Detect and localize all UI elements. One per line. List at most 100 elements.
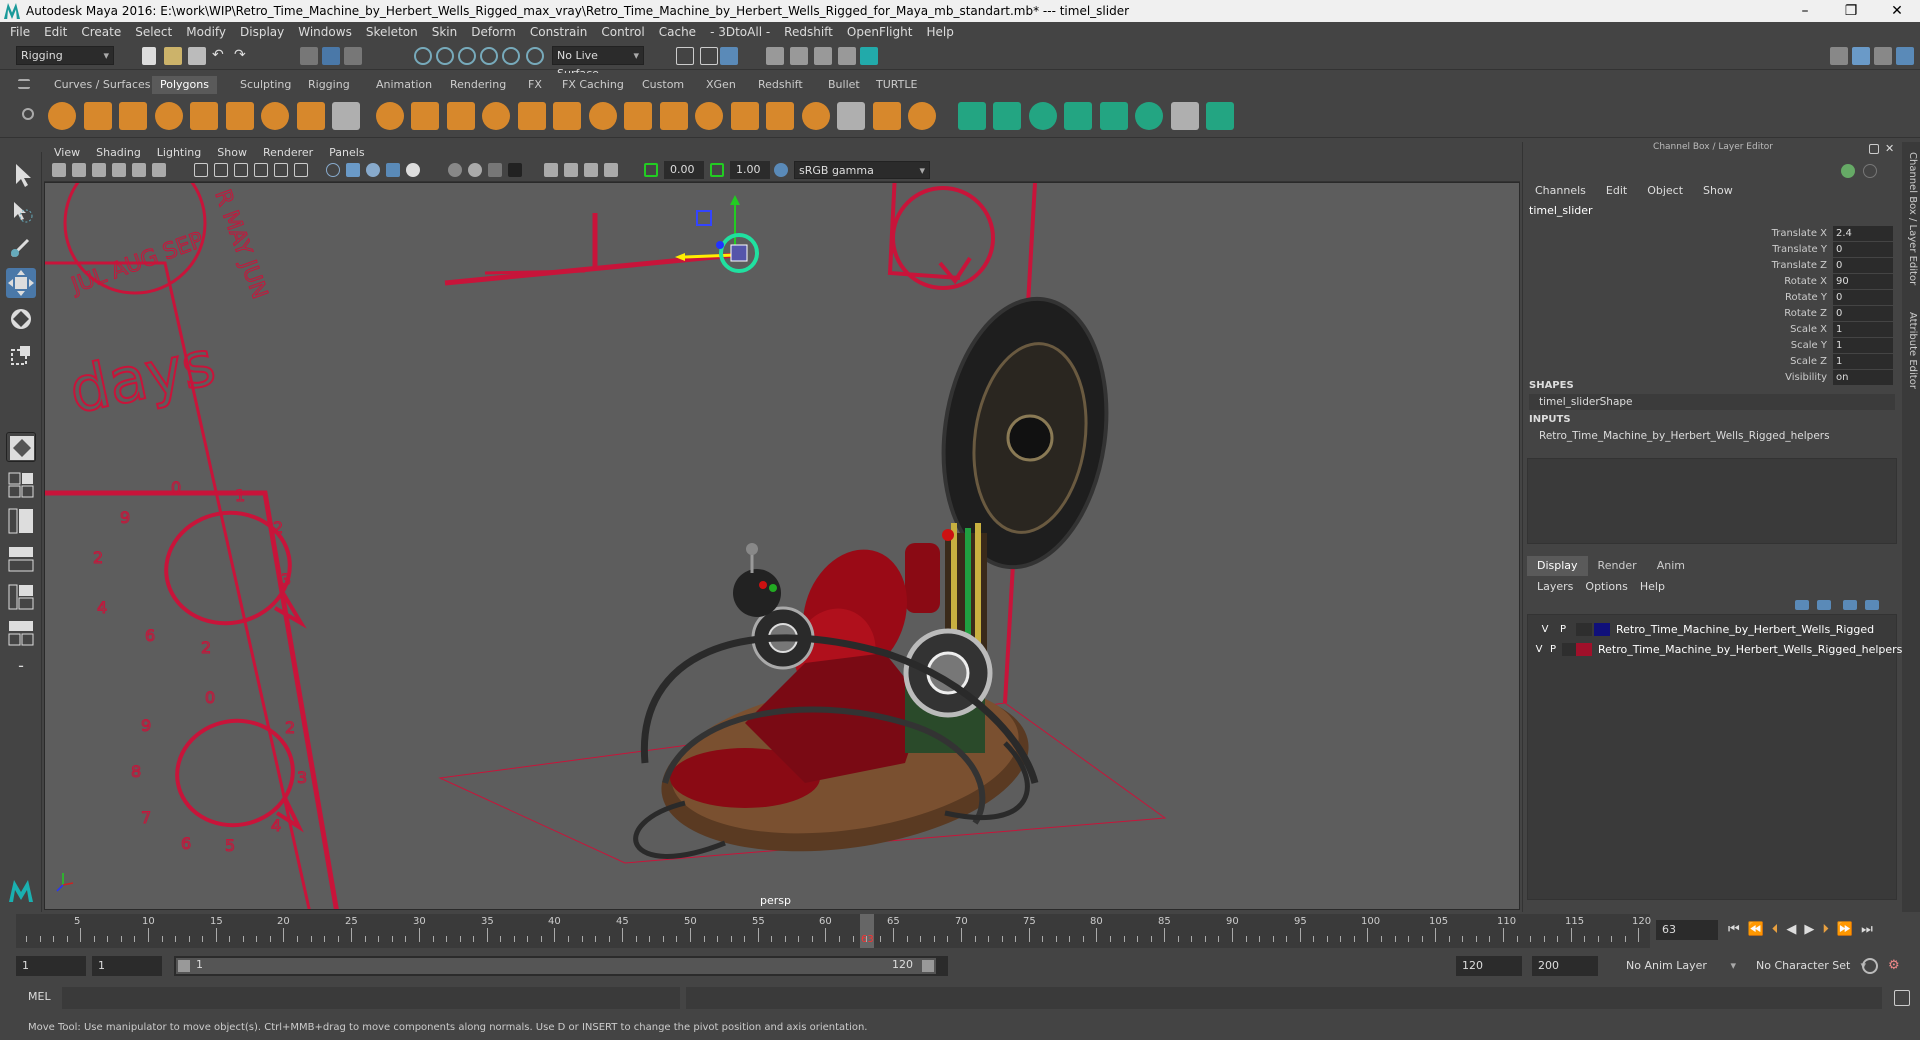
attribute-editor-side-tab[interactable]: Attribute Editor bbox=[1904, 312, 1918, 389]
append-icon[interactable] bbox=[695, 102, 723, 130]
auto-map-icon[interactable] bbox=[1135, 102, 1163, 130]
construction-history-icon[interactable] bbox=[720, 47, 738, 65]
snap-point-icon[interactable] bbox=[458, 47, 476, 65]
fill-hole-icon[interactable] bbox=[731, 102, 759, 130]
channel-box-menu-channels[interactable]: Channels bbox=[1523, 184, 1594, 197]
step-forward-frame-button[interactable]: ⏵ bbox=[1822, 922, 1837, 937]
connect-icon[interactable] bbox=[908, 102, 936, 130]
poly-type-icon[interactable] bbox=[332, 102, 360, 130]
bridge-icon[interactable] bbox=[660, 102, 688, 130]
anim-start-field[interactable]: 1 bbox=[16, 956, 86, 976]
smooth-icon[interactable] bbox=[553, 102, 581, 130]
layer-playback-toggle[interactable]: P bbox=[1546, 641, 1560, 659]
menu-display[interactable]: Display bbox=[234, 25, 292, 39]
shelf-tab-curves-surfaces[interactable]: Curves / Surfaces bbox=[46, 76, 159, 94]
color-management-icon[interactable] bbox=[774, 163, 788, 177]
2d-pan-zoom-icon[interactable] bbox=[132, 163, 146, 177]
new-layer-icon[interactable] bbox=[1843, 600, 1857, 610]
ipr-render-icon[interactable] bbox=[814, 47, 832, 65]
step-back-key-button[interactable]: ⏪ bbox=[1748, 922, 1772, 937]
channel-box-menu-edit[interactable]: Edit bbox=[1594, 184, 1635, 197]
svg-poly-icon[interactable] bbox=[376, 102, 404, 130]
output-ops-icon[interactable] bbox=[700, 47, 718, 65]
current-time-field[interactable]: 63 bbox=[1656, 920, 1718, 940]
command-language-label[interactable]: MEL bbox=[28, 990, 51, 1003]
persp-outliner-graph-layout-icon[interactable] bbox=[6, 582, 36, 612]
menu-windows[interactable]: Windows bbox=[292, 25, 360, 39]
attr-label[interactable]: Translate Y bbox=[1772, 242, 1827, 258]
ambient-occlusion-icon[interactable] bbox=[468, 163, 482, 177]
input-node-row[interactable]: Retro_Time_Machine_by_Herbert_Wells_Rigg… bbox=[1529, 428, 1895, 444]
auto-key-icon[interactable] bbox=[1862, 958, 1878, 974]
attr-value-field[interactable]: 0 bbox=[1833, 290, 1893, 305]
shelf-tab-turtle[interactable]: TURTLE bbox=[868, 76, 925, 94]
snap-surface-icon[interactable] bbox=[502, 47, 520, 65]
uv-layout-icon[interactable] bbox=[1206, 102, 1234, 130]
layer-row[interactable]: V P Retro_Time_Machine_by_Herbert_Wells_Ri… bbox=[1530, 641, 1902, 659]
multi-cut-icon[interactable] bbox=[837, 102, 865, 130]
poly-disc-icon[interactable] bbox=[226, 102, 254, 130]
float-panel-icon[interactable] bbox=[1869, 144, 1879, 154]
uv-editor-icon[interactable] bbox=[1064, 102, 1092, 130]
menu-constrain[interactable]: Constrain bbox=[524, 25, 596, 39]
persp-outliner-layout-icon[interactable] bbox=[6, 506, 36, 536]
menu-select[interactable]: Select bbox=[129, 25, 180, 39]
cb-manipulator-icon[interactable] bbox=[1841, 164, 1855, 178]
shelf-tab-fx-caching[interactable]: FX Caching bbox=[554, 76, 632, 94]
shelf-tab-custom[interactable]: Custom bbox=[634, 76, 692, 94]
script-editor-icon[interactable] bbox=[1894, 990, 1910, 1006]
poly-cylinder-icon[interactable] bbox=[119, 102, 147, 130]
poly-cone-icon[interactable] bbox=[155, 102, 183, 130]
combine-icon[interactable] bbox=[447, 102, 475, 130]
scale-tool-icon[interactable] bbox=[6, 340, 36, 370]
layer-tab-anim[interactable]: Anim bbox=[1647, 556, 1695, 576]
close-panel-icon[interactable]: ✕ bbox=[1885, 142, 1897, 155]
grease-pencil-icon[interactable] bbox=[152, 163, 166, 177]
separate-icon[interactable] bbox=[482, 102, 510, 130]
shelf-tab-rendering[interactable]: Rendering bbox=[442, 76, 514, 94]
panel-menu-renderer[interactable]: Renderer bbox=[253, 146, 319, 159]
layer-menu-layers[interactable]: Layers bbox=[1533, 580, 1581, 593]
lasso-tool-icon[interactable] bbox=[6, 196, 36, 226]
input-ops-icon[interactable] bbox=[676, 47, 694, 65]
range-end-grip[interactable] bbox=[922, 960, 934, 972]
new-layer-selected-icon[interactable] bbox=[1865, 600, 1879, 610]
new-scene-icon[interactable] bbox=[142, 47, 156, 65]
gamma-field[interactable]: 1.00 bbox=[730, 161, 770, 179]
play-backward-button[interactable]: ◀ bbox=[1786, 922, 1804, 937]
anim-end-field[interactable]: 200 bbox=[1532, 956, 1598, 976]
persp-graph-layout-icon[interactable] bbox=[6, 544, 36, 574]
render-view-icon[interactable] bbox=[766, 47, 784, 65]
layer-color-swatch[interactable] bbox=[1594, 623, 1610, 636]
open-scene-icon[interactable] bbox=[164, 47, 182, 65]
attribute-editor-toggle-icon[interactable] bbox=[1852, 47, 1870, 65]
poly-cube-icon[interactable] bbox=[84, 102, 112, 130]
offset-edge-loop-icon[interactable] bbox=[993, 102, 1021, 130]
layer-color-swatch[interactable] bbox=[1576, 643, 1592, 656]
menu-cache[interactable]: Cache bbox=[653, 25, 704, 39]
tool-settings-toggle-icon[interactable] bbox=[1874, 47, 1892, 65]
select-camera-icon[interactable] bbox=[52, 163, 66, 177]
snap-curve-icon[interactable] bbox=[436, 47, 454, 65]
time-machine-model[interactable] bbox=[633, 288, 1123, 873]
cb-speed-icon[interactable] bbox=[1863, 164, 1877, 178]
playback-end-field[interactable]: 120 bbox=[1456, 956, 1522, 976]
select-tool-icon[interactable] bbox=[6, 160, 36, 190]
layer-tab-render[interactable]: Render bbox=[1588, 556, 1647, 576]
exposure-field[interactable]: 0.00 bbox=[664, 161, 704, 179]
grid-toggle-icon[interactable] bbox=[194, 163, 208, 177]
panel-menu-show[interactable]: Show bbox=[207, 146, 253, 159]
poly-pyramid-icon[interactable] bbox=[261, 102, 289, 130]
panel-menu-view[interactable]: View bbox=[44, 146, 86, 159]
snap-pivot-icon[interactable] bbox=[526, 47, 544, 65]
shelf-menu-icon[interactable] bbox=[18, 79, 30, 89]
rotate-tool-icon[interactable] bbox=[6, 304, 36, 334]
poly-sphere-icon[interactable] bbox=[48, 102, 76, 130]
attr-value-field[interactable]: 1 bbox=[1833, 322, 1893, 337]
select-object-icon[interactable] bbox=[322, 47, 340, 65]
go-to-end-button[interactable]: ⏭ bbox=[1861, 922, 1881, 937]
attr-value-field[interactable]: 0 bbox=[1833, 258, 1893, 273]
motion-blur-icon[interactable] bbox=[488, 163, 502, 177]
xray-icon[interactable] bbox=[564, 163, 578, 177]
layer-menu-options[interactable]: Options bbox=[1581, 580, 1635, 593]
